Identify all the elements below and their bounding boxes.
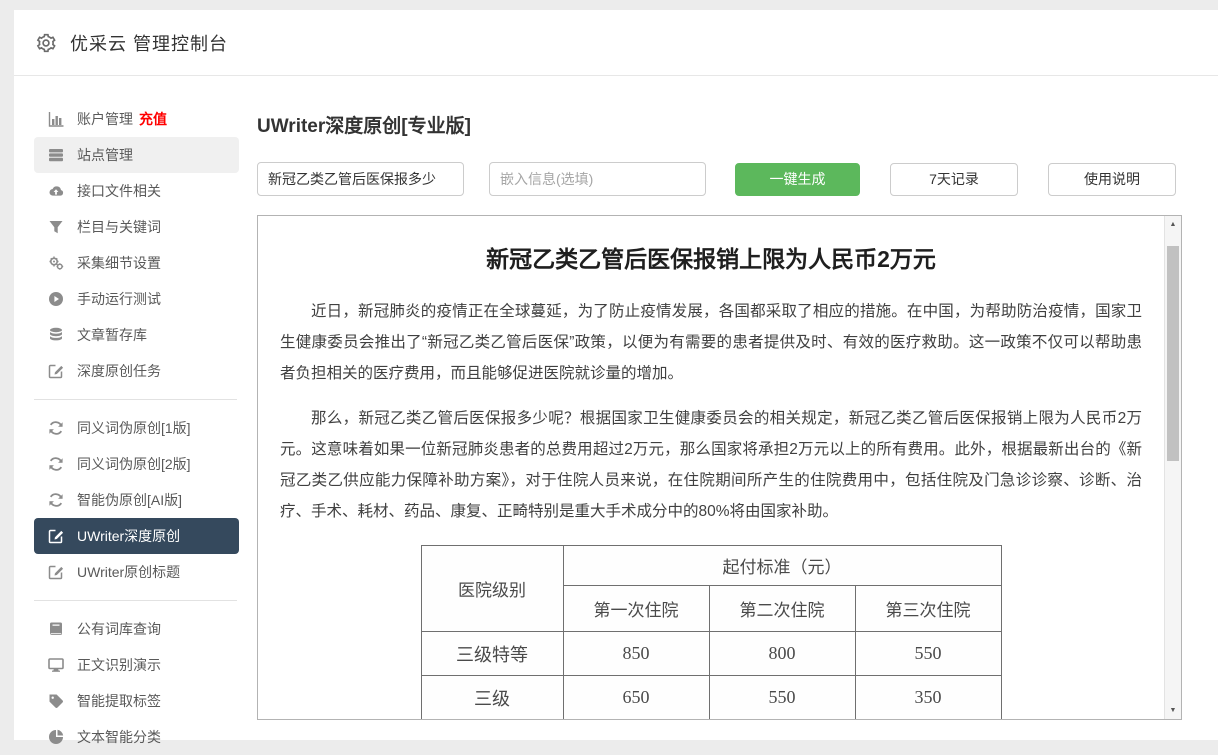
sidebar-item-text-classification[interactable]: 文本智能分类 xyxy=(34,719,239,755)
sidebar-item-label: 接口文件相关 xyxy=(77,181,161,201)
table-col-header: 第三次住院 xyxy=(855,586,1001,632)
edit-icon xyxy=(48,564,64,580)
sidebar-item-collection-settings[interactable]: 采集细节设置 xyxy=(34,245,239,281)
table-group-header: 起付标准（元） xyxy=(563,546,1001,586)
sidebar-item-label: 正文识别演示 xyxy=(77,655,161,675)
scroll-down-icon[interactable]: ▼ xyxy=(1165,702,1181,719)
sidebar-item-label: UWriter深度原创 xyxy=(77,526,180,546)
article-scrollbar[interactable]: ▲ ▼ xyxy=(1164,216,1181,719)
keyword-input[interactable] xyxy=(257,162,464,196)
filter-icon xyxy=(48,219,64,235)
book-icon xyxy=(48,621,64,637)
sidebar: 账户管理 充值 站点管理 接口文件相关 栏目与关键词 采集细节设置 手动运 xyxy=(14,76,257,739)
sidebar-item-synonym-v1[interactable]: 同义词伪原创[1版] xyxy=(34,410,239,446)
table-cell: 550 xyxy=(709,676,855,720)
sidebar-item-label: 手动运行测试 xyxy=(77,289,161,309)
refresh-icon xyxy=(48,456,64,472)
article-preview-panel: 新冠乙类乙管后医保报销上限为人民币2万元 近日，新冠肺炎的疫情正在全球蔓延，为了… xyxy=(257,215,1182,720)
sidebar-item-label: 公有词库查询 xyxy=(77,619,161,639)
cloud-upload-icon xyxy=(48,183,64,199)
table-cell: 550 xyxy=(855,632,1001,676)
sidebar-item-label: 同义词伪原创[1版] xyxy=(77,418,191,438)
sidebar-item-label: 智能伪原创[AI版] xyxy=(77,490,182,510)
sidebar-item-manual-test[interactable]: 手动运行测试 xyxy=(34,281,239,317)
app-title: 优采云 管理控制台 xyxy=(70,30,228,56)
table-col-header: 第二次住院 xyxy=(709,586,855,632)
sidebar-item-label: 文章暂存库 xyxy=(77,325,147,345)
gears-icon xyxy=(48,255,64,271)
sidebar-item-columns-keywords[interactable]: 栏目与关键词 xyxy=(34,209,239,245)
app-header: 优采云 管理控制台 xyxy=(14,10,1218,76)
sidebar-item-synonym-v2[interactable]: 同义词伪原创[2版] xyxy=(34,446,239,482)
bar-chart-icon xyxy=(48,111,64,127)
sidebar-item-uwriter-original-title[interactable]: UWriter原创标题 xyxy=(34,554,239,590)
table-cell: 350 xyxy=(855,676,1001,720)
sidebar-item-label: 文本智能分类 xyxy=(77,727,161,747)
refresh-icon xyxy=(48,492,64,508)
table-cell: 三级 xyxy=(421,676,563,720)
sidebar-item-label: 采集细节设置 xyxy=(77,253,161,273)
scrollbar-thumb[interactable] xyxy=(1167,246,1179,461)
gear-icon xyxy=(36,33,56,53)
table-cell: 850 xyxy=(563,632,709,676)
sidebar-item-smart-tag-extract[interactable]: 智能提取标签 xyxy=(34,683,239,719)
table-row: 三级 650 550 350 xyxy=(421,676,1001,720)
sidebar-divider xyxy=(34,600,237,601)
table-corner-header: 医院级别 xyxy=(421,546,563,632)
edit-icon xyxy=(48,528,64,544)
sidebar-divider xyxy=(34,399,237,400)
page-title: UWriter深度原创[专业版] xyxy=(257,111,1218,138)
seven-day-records-button[interactable]: 7天记录 xyxy=(890,163,1018,196)
sidebar-item-uwriter-deep-original[interactable]: UWriter深度原创 xyxy=(34,518,239,554)
generate-button[interactable]: 一键生成 xyxy=(735,163,860,196)
sidebar-item-label: 深度原创任务 xyxy=(77,361,161,381)
sidebar-item-deep-original-task[interactable]: 深度原创任务 xyxy=(34,353,239,389)
database-icon xyxy=(48,327,64,343)
article-content: 新冠乙类乙管后医保报销上限为人民币2万元 近日，新冠肺炎的疫情正在全球蔓延，为了… xyxy=(258,216,1164,719)
sidebar-item-interface-files[interactable]: 接口文件相关 xyxy=(34,173,239,209)
sidebar-item-label: 账户管理 xyxy=(77,109,133,129)
table-row: 三级特等 850 800 550 xyxy=(421,632,1001,676)
scroll-up-icon[interactable]: ▲ xyxy=(1165,216,1181,233)
sidebar-item-article-cache[interactable]: 文章暂存库 xyxy=(34,317,239,353)
sidebar-item-label: 智能提取标签 xyxy=(77,691,161,711)
sidebar-item-label: 站点管理 xyxy=(77,145,133,165)
table-cell: 800 xyxy=(709,632,855,676)
edit-icon xyxy=(48,363,64,379)
article-paragraph: 近日，新冠肺炎的疫情正在全球蔓延，为了防止疫情发展，各国都采取了相应的措施。在中… xyxy=(280,296,1142,389)
sidebar-item-label: 栏目与关键词 xyxy=(77,217,161,237)
sidebar-item-label: 同义词伪原创[2版] xyxy=(77,454,191,474)
app-window: 优采云 管理控制台 账户管理 充值 站点管理 接口文件相关 栏目与关键词 xyxy=(14,10,1218,740)
sidebar-item-ai-rewrite[interactable]: 智能伪原创[AI版] xyxy=(34,482,239,518)
hospital-deductible-table: 医院级别 起付标准（元） 第一次住院 第二次住院 第三次住院 三级特等 850 xyxy=(421,545,1002,719)
embed-info-input[interactable] xyxy=(489,162,706,196)
sidebar-item-public-lexicon[interactable]: 公有词库查询 xyxy=(34,611,239,647)
sidebar-item-content-recognition-demo[interactable]: 正文识别演示 xyxy=(34,647,239,683)
pie-chart-icon xyxy=(48,729,64,745)
tag-icon xyxy=(48,693,64,709)
recharge-badge[interactable]: 充值 xyxy=(139,109,167,129)
refresh-icon xyxy=(48,420,64,436)
sidebar-item-label: UWriter原创标题 xyxy=(77,562,180,582)
usage-help-button[interactable]: 使用说明 xyxy=(1048,163,1176,196)
article-headline: 新冠乙类乙管后医保报销上限为人民币2万元 xyxy=(280,240,1142,274)
table-col-header: 第一次住院 xyxy=(563,586,709,632)
sidebar-item-account[interactable]: 账户管理 充值 xyxy=(34,101,239,137)
table-cell: 三级特等 xyxy=(421,632,563,676)
monitor-icon xyxy=(48,657,64,673)
play-circle-icon xyxy=(48,291,64,307)
table-cell: 650 xyxy=(563,676,709,720)
controls-row: 一键生成 7天记录 使用说明 xyxy=(257,162,1218,196)
article-paragraph: 那么，新冠乙类乙管后医保报多少呢？根据国家卫生健康委员会的相关规定，新冠乙类乙管… xyxy=(280,403,1142,527)
main-content: UWriter深度原创[专业版] 一键生成 7天记录 使用说明 新冠乙类乙管后医… xyxy=(257,76,1218,739)
sidebar-item-sites[interactable]: 站点管理 xyxy=(34,137,239,173)
server-icon xyxy=(48,147,64,163)
